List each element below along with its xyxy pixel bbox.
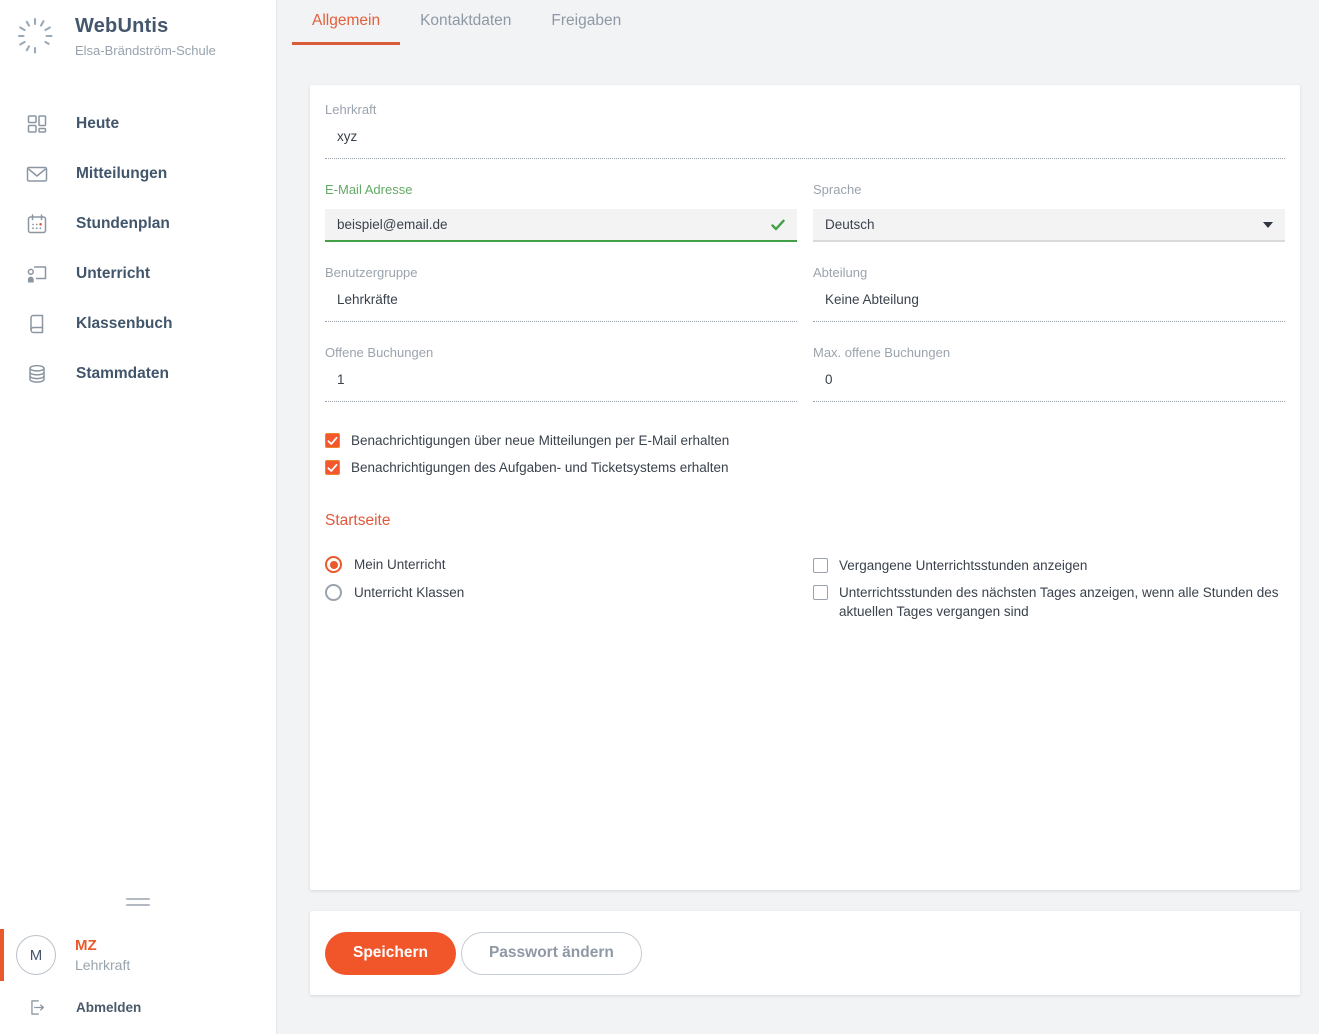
- radio-mein-unterricht[interactable]: Mein Unterricht: [325, 556, 797, 573]
- row-buchungen: Offene Buchungen 1 Max. offene Buchungen…: [325, 345, 1285, 402]
- save-button[interactable]: Speichern: [325, 932, 456, 975]
- row-benutzergruppe-abteilung: Benutzergruppe Lehrkräfte Abteilung Kein…: [325, 265, 1285, 322]
- unchecked-checkbox-icon: [813, 558, 828, 573]
- avatar: M: [16, 935, 56, 975]
- sidebar-item-label: Klassenbuch: [76, 315, 172, 333]
- field-max-offene-buchungen: Max. offene Buchungen 0: [813, 345, 1285, 402]
- field-abteilung: Abteilung Keine Abteilung: [813, 265, 1285, 322]
- change-password-button[interactable]: Passwort ändern: [461, 932, 642, 975]
- webuntis-app: WebUntis Elsa-Brändström-Schule Heute: [0, 0, 1319, 1034]
- field-offene-buchungen: Offene Buchungen 1: [325, 345, 797, 402]
- lehrkraft-label: Lehrkraft: [325, 102, 1285, 117]
- sidebar-item-label: Heute: [76, 115, 119, 133]
- checkbox-label: Unterrichtsstunden des nächsten Tages an…: [839, 583, 1285, 621]
- benutzergruppe-label: Benutzergruppe: [325, 265, 797, 280]
- max-offene-buchungen-label: Max. offene Buchungen: [813, 345, 1285, 360]
- user-name: MZ: [75, 937, 130, 954]
- field-benutzergruppe: Benutzergruppe Lehrkräfte: [325, 265, 797, 322]
- settings-card: Lehrkraft xyz E-Mail Adresse beispiel@em…: [310, 85, 1300, 890]
- tab-bar: Allgemein Kontaktdaten Freigaben: [277, 0, 1319, 45]
- email-label: E-Mail Adresse: [325, 182, 797, 197]
- sidebar-item-heute[interactable]: Heute: [0, 99, 276, 149]
- logout-button[interactable]: Abmelden: [0, 984, 276, 1030]
- startseite-radios: Mein Unterricht Unterricht Klassen: [325, 556, 797, 629]
- actions-bar: Speichern Passwort ändern: [310, 911, 1300, 995]
- checkbox-vergangene-stunden[interactable]: Vergangene Unterrichtsstunden anzeigen: [813, 556, 1285, 575]
- sprache-value: Deutsch: [825, 217, 875, 232]
- offene-buchungen-label: Offene Buchungen: [325, 345, 797, 360]
- sidebar: WebUntis Elsa-Brändström-Schule Heute: [0, 0, 277, 1034]
- main-content: Allgemein Kontaktdaten Freigaben Lehrkra…: [277, 0, 1319, 1034]
- book-icon: [25, 312, 49, 336]
- chevron-down-icon: [1263, 222, 1273, 228]
- lehrkraft-value: xyz: [325, 129, 1285, 159]
- radio-selected-icon: [325, 556, 342, 573]
- checkbox-naechster-tag[interactable]: Unterrichtsstunden des nächsten Tages an…: [813, 583, 1285, 621]
- abteilung-value: Keine Abteilung: [813, 292, 1285, 322]
- app-title: WebUntis: [75, 15, 216, 38]
- logo-text: WebUntis Elsa-Brändström-Schule: [75, 15, 216, 58]
- checkbox-mitteilungen-email[interactable]: Benachrichtigungen über neue Mitteilunge…: [325, 433, 1285, 448]
- sprache-select[interactable]: Deutsch: [813, 209, 1285, 242]
- logout-icon: [26, 997, 47, 1018]
- collapse-sidebar-handle[interactable]: [126, 898, 150, 906]
- sidebar-item-label: Stundenplan: [76, 215, 170, 233]
- sidebar-item-unterricht[interactable]: Unterricht: [0, 249, 276, 299]
- max-offene-buchungen-value: 0: [813, 372, 1285, 402]
- field-lehrkraft: Lehrkraft xyz: [325, 102, 1285, 159]
- radio-unselected-icon: [325, 584, 342, 601]
- checkbox-ticketsystem[interactable]: Benachrichtigungen des Aufgaben- und Tic…: [325, 460, 1285, 475]
- tab-allgemein[interactable]: Allgemein: [292, 0, 400, 45]
- row-email-sprache: E-Mail Adresse beispiel@email.de Sprache…: [325, 182, 1285, 242]
- user-info: MZ Lehrkraft: [75, 937, 130, 973]
- email-field[interactable]: beispiel@email.de: [325, 209, 797, 242]
- teacher-board-icon: [25, 262, 49, 286]
- checked-checkbox-icon: [325, 433, 340, 448]
- radio-unterricht-klassen[interactable]: Unterricht Klassen: [325, 584, 797, 601]
- sidebar-item-klassenbuch[interactable]: Klassenbuch: [0, 299, 276, 349]
- sidebar-item-label: Stammdaten: [76, 365, 169, 383]
- school-name: Elsa-Brändström-Schule: [75, 43, 216, 58]
- sidebar-nav: Heute Mitteilungen: [0, 99, 276, 399]
- logout-label: Abmelden: [76, 1000, 141, 1015]
- startseite-checkboxes: Vergangene Unterrichtsstunden anzeigen U…: [813, 556, 1285, 629]
- logo: WebUntis Elsa-Brändström-Schule: [0, 0, 276, 59]
- sidebar-footer: M MZ Lehrkraft Abmelden: [0, 894, 276, 1034]
- user-profile[interactable]: M MZ Lehrkraft: [0, 926, 276, 984]
- valid-check-icon: [771, 219, 785, 231]
- sidebar-item-label: Unterricht: [76, 265, 150, 283]
- mail-icon: [25, 162, 49, 186]
- offene-buchungen-value: 1: [325, 372, 797, 402]
- database-icon: [25, 362, 49, 386]
- calendar-icon: [25, 212, 49, 236]
- checkbox-label: Benachrichtigungen über neue Mitteilunge…: [351, 433, 729, 448]
- notification-checkboxes: Benachrichtigungen über neue Mitteilunge…: [325, 433, 1285, 475]
- email-value: beispiel@email.de: [337, 217, 448, 232]
- user-role: Lehrkraft: [75, 957, 130, 973]
- field-email: E-Mail Adresse beispiel@email.de: [325, 182, 797, 242]
- unchecked-checkbox-icon: [813, 585, 828, 600]
- sprache-label: Sprache: [813, 182, 1285, 197]
- sidebar-item-mitteilungen[interactable]: Mitteilungen: [0, 149, 276, 199]
- webuntis-spinner-icon: [12, 13, 58, 59]
- tab-kontaktdaten[interactable]: Kontaktdaten: [400, 0, 531, 45]
- field-sprache: Sprache Deutsch: [813, 182, 1285, 242]
- tab-freigaben[interactable]: Freigaben: [531, 0, 641, 45]
- startseite-heading: Startseite: [325, 512, 1285, 530]
- sidebar-item-label: Mitteilungen: [76, 165, 167, 183]
- benutzergruppe-value: Lehrkräfte: [325, 292, 797, 322]
- abteilung-label: Abteilung: [813, 265, 1285, 280]
- sidebar-item-stammdaten[interactable]: Stammdaten: [0, 349, 276, 399]
- checkbox-label: Benachrichtigungen des Aufgaben- und Tic…: [351, 460, 729, 475]
- radio-label: Mein Unterricht: [354, 557, 446, 572]
- checked-checkbox-icon: [325, 460, 340, 475]
- checkbox-label: Vergangene Unterrichtsstunden anzeigen: [839, 556, 1087, 575]
- sidebar-item-stundenplan[interactable]: Stundenplan: [0, 199, 276, 249]
- radio-label: Unterricht Klassen: [354, 585, 464, 600]
- startseite-options: Mein Unterricht Unterricht Klassen Verga…: [325, 556, 1285, 629]
- dashboard-icon: [25, 112, 49, 136]
